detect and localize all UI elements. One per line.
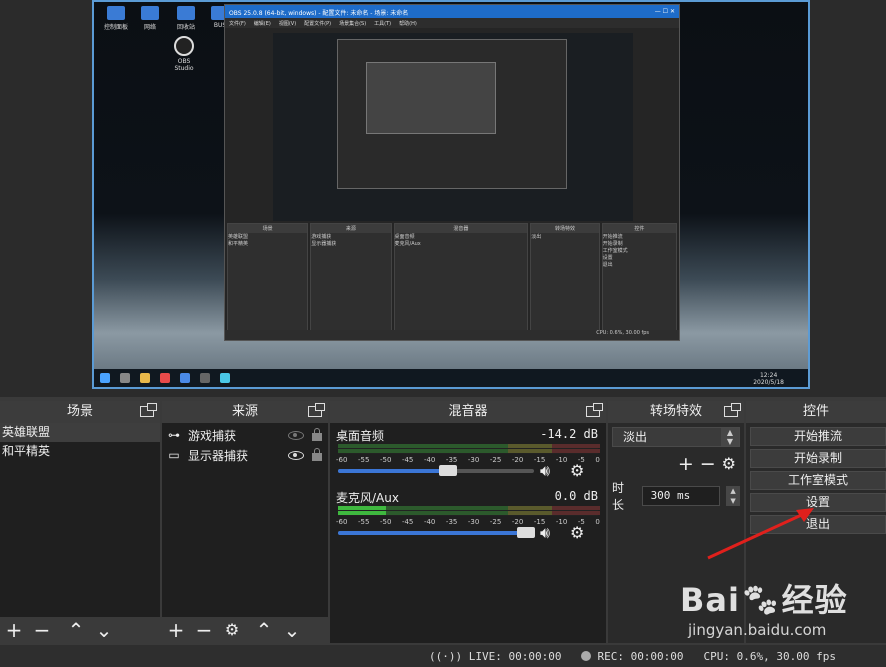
red-arrow-annotation bbox=[707, 508, 814, 560]
move-up-icon[interactable]: ⌃ bbox=[254, 620, 274, 640]
watermark: Bai🐾︎经验 jingyan.baidu.com bbox=[680, 581, 848, 639]
captured-status: CPU: 0.6%, 30.00 fps bbox=[225, 330, 679, 340]
mixer-track: 麦克风/Aux 0.0 dB -60 -55 -50 -45 -40 -35 -30 -25-… bbox=[334, 487, 602, 547]
gear-icon[interactable]: ⚙ bbox=[722, 453, 736, 475]
obs-window: 控制面板 网络 回收站 BUS OBS Studio OBS 25.0.8 (6… bbox=[0, 0, 886, 667]
source-item[interactable]: ▭ 显示器捕获 bbox=[162, 445, 328, 465]
captured-obs-window: OBS 25.0.8 (64-bit, windows) - 配置文件: 未命名… bbox=[224, 4, 680, 341]
undock-icon[interactable] bbox=[308, 403, 325, 417]
scenes-header: 场景 bbox=[0, 401, 160, 423]
sources-list: ⊶ 游戏捕获 ▭ 显示器捕获 bbox=[162, 423, 328, 617]
desktop-icon: 网络 bbox=[132, 6, 168, 31]
speaker-icon[interactable]: 🔊︎ bbox=[540, 523, 560, 542]
captured-desktop: 控制面板 网络 回收站 BUS OBS Studio OBS 25.0.8 (6… bbox=[92, 0, 810, 389]
cpu-status: CPU: 0.6%, 30.00 fps bbox=[703, 649, 836, 663]
track-name: 桌面音频 bbox=[336, 429, 385, 443]
gear-icon[interactable]: ⚙ bbox=[222, 620, 242, 640]
volume-slider[interactable] bbox=[338, 527, 536, 538]
sources-toolbar: + − ⚙ ⌃ ⌄ bbox=[162, 617, 328, 643]
duration-label: 时长 bbox=[612, 481, 625, 512]
scenes-toolbar: + − ⌃ ⌄ bbox=[0, 617, 160, 643]
gear-icon[interactable]: ⚙ bbox=[570, 461, 590, 480]
controls-header: 控件 bbox=[746, 401, 886, 423]
studio-mode-button[interactable]: 工作室模式 bbox=[750, 471, 886, 490]
scenes-dock: 场景 英雄联盟 和平精英 + − ⌃ ⌄ bbox=[0, 401, 160, 643]
add-icon[interactable]: + bbox=[4, 620, 24, 640]
undock-icon[interactable] bbox=[140, 403, 157, 417]
volume-slider-knob[interactable] bbox=[438, 465, 457, 476]
scene-item[interactable]: 英雄联盟 bbox=[0, 423, 160, 442]
gamepad-icon: ⊶ bbox=[168, 428, 180, 442]
add-icon[interactable]: + bbox=[678, 453, 694, 475]
speaker-icon[interactable]: 🔊︎ bbox=[540, 461, 560, 480]
volume-meter bbox=[338, 506, 600, 516]
remove-icon[interactable]: − bbox=[32, 620, 52, 640]
transition-select[interactable]: 淡出 ▲ ▼ bbox=[612, 427, 740, 447]
chevron-updown-icon: ▲ ▼ bbox=[721, 428, 739, 446]
mixer-track: 桌面音频 -14.2 dB -60 -55 -50 -45 -40 -35 -30 -25 -2… bbox=[334, 425, 602, 485]
volume-slider-knob[interactable] bbox=[517, 527, 536, 538]
captured-taskbar bbox=[94, 369, 808, 387]
move-down-icon[interactable]: ⌄ bbox=[282, 620, 302, 640]
rec-status: REC: 00:00:00 bbox=[581, 650, 684, 663]
undock-icon[interactable] bbox=[724, 403, 741, 417]
track-name: 麦克风/Aux bbox=[336, 491, 399, 505]
source-item[interactable]: ⊶ 游戏捕获 bbox=[162, 425, 328, 445]
start-recording-button[interactable]: 开始录制 bbox=[750, 449, 886, 468]
desktop-icon: 控制面板 bbox=[98, 6, 134, 31]
scene-item[interactable]: 和平精英 bbox=[0, 442, 160, 461]
remove-icon[interactable]: − bbox=[700, 453, 716, 475]
track-db: 0.0 dB bbox=[554, 489, 598, 503]
captured-titlebar: OBS 25.0.8 (64-bit, windows) - 配置文件: 未命名… bbox=[225, 5, 679, 18]
live-status: ((·)) LIVE: 00:00:00 bbox=[428, 649, 562, 663]
monitor-icon: ▭ bbox=[168, 448, 180, 462]
visibility-icon[interactable] bbox=[288, 450, 304, 460]
meter-scale: -60 -55 -50 -45 -40 -35 -30 -25 -20 -15 -10 -5 0 bbox=[336, 518, 600, 526]
scenes-list: 英雄联盟 和平精英 bbox=[0, 423, 160, 617]
captured-docks: 场景 英雄联盟 和平精英 来源 游戏捕获 显示器捕获 混音器 桌面音频 麦克风/Aux 转场… bbox=[225, 223, 679, 331]
captured-clock: 12:24 2020/5/18 bbox=[753, 372, 784, 386]
volume-meter bbox=[338, 444, 600, 454]
move-up-icon[interactable]: ⌃ bbox=[66, 620, 86, 640]
sources-dock: 来源 ⊶ 游戏捕获 ▭ 显示器捕获 + − ⚙ ⌃ ⌄ bbox=[162, 401, 328, 643]
gear-icon[interactable]: ⚙ bbox=[570, 523, 590, 542]
broadcast-icon: ((·)) bbox=[428, 649, 463, 663]
mixer-body: 桌面音频 -14.2 dB -60 -55 -50 -45 -40 -35 -30 -25 -2… bbox=[330, 423, 606, 643]
move-down-icon[interactable]: ⌄ bbox=[94, 620, 114, 640]
desktop-icon: 回收站 bbox=[168, 6, 204, 31]
lock-icon[interactable] bbox=[312, 448, 322, 461]
record-dot-icon bbox=[581, 650, 592, 661]
sources-header: 来源 bbox=[162, 401, 328, 423]
obs-desktop-icon: OBS Studio bbox=[170, 36, 198, 72]
track-db: -14.2 dB bbox=[540, 427, 598, 441]
captured-preview bbox=[273, 33, 633, 221]
transitions-header: 转场特效 bbox=[608, 401, 744, 423]
mixer-dock: 混音器 桌面音频 -14.2 dB -60 -55 -50 -45 -40 -35 -30-… bbox=[330, 401, 606, 643]
remove-icon[interactable]: − bbox=[194, 620, 214, 640]
preview-area[interactable]: 控制面板 网络 回收站 BUS OBS Studio OBS 25.0.8 (6… bbox=[0, 0, 886, 397]
start-streaming-button[interactable]: 开始推流 bbox=[750, 427, 886, 446]
lock-icon[interactable] bbox=[312, 428, 322, 441]
mixer-header: 混音器 bbox=[330, 401, 606, 423]
undock-icon[interactable] bbox=[586, 403, 603, 417]
paw-icon: 🐾︎ bbox=[739, 581, 782, 619]
transition-buttons: + − ⚙ bbox=[612, 453, 740, 475]
meter-scale: -60 -55 -50 -45 -40 -35 -30 -25 -20 -15 -10 -5 0 bbox=[336, 456, 600, 464]
captured-menubar: 文件(F) 编辑(E) 视图(V) 配置文件(P) 场景集合(S) 工具(T) 帮助(H) bbox=[225, 18, 679, 28]
status-bar: ((·)) LIVE: 00:00:00 REC: 00:00:00 CPU: … bbox=[0, 645, 886, 667]
add-icon[interactable]: + bbox=[166, 620, 186, 640]
volume-slider[interactable] bbox=[338, 465, 534, 476]
visibility-hidden-icon[interactable] bbox=[288, 430, 304, 440]
